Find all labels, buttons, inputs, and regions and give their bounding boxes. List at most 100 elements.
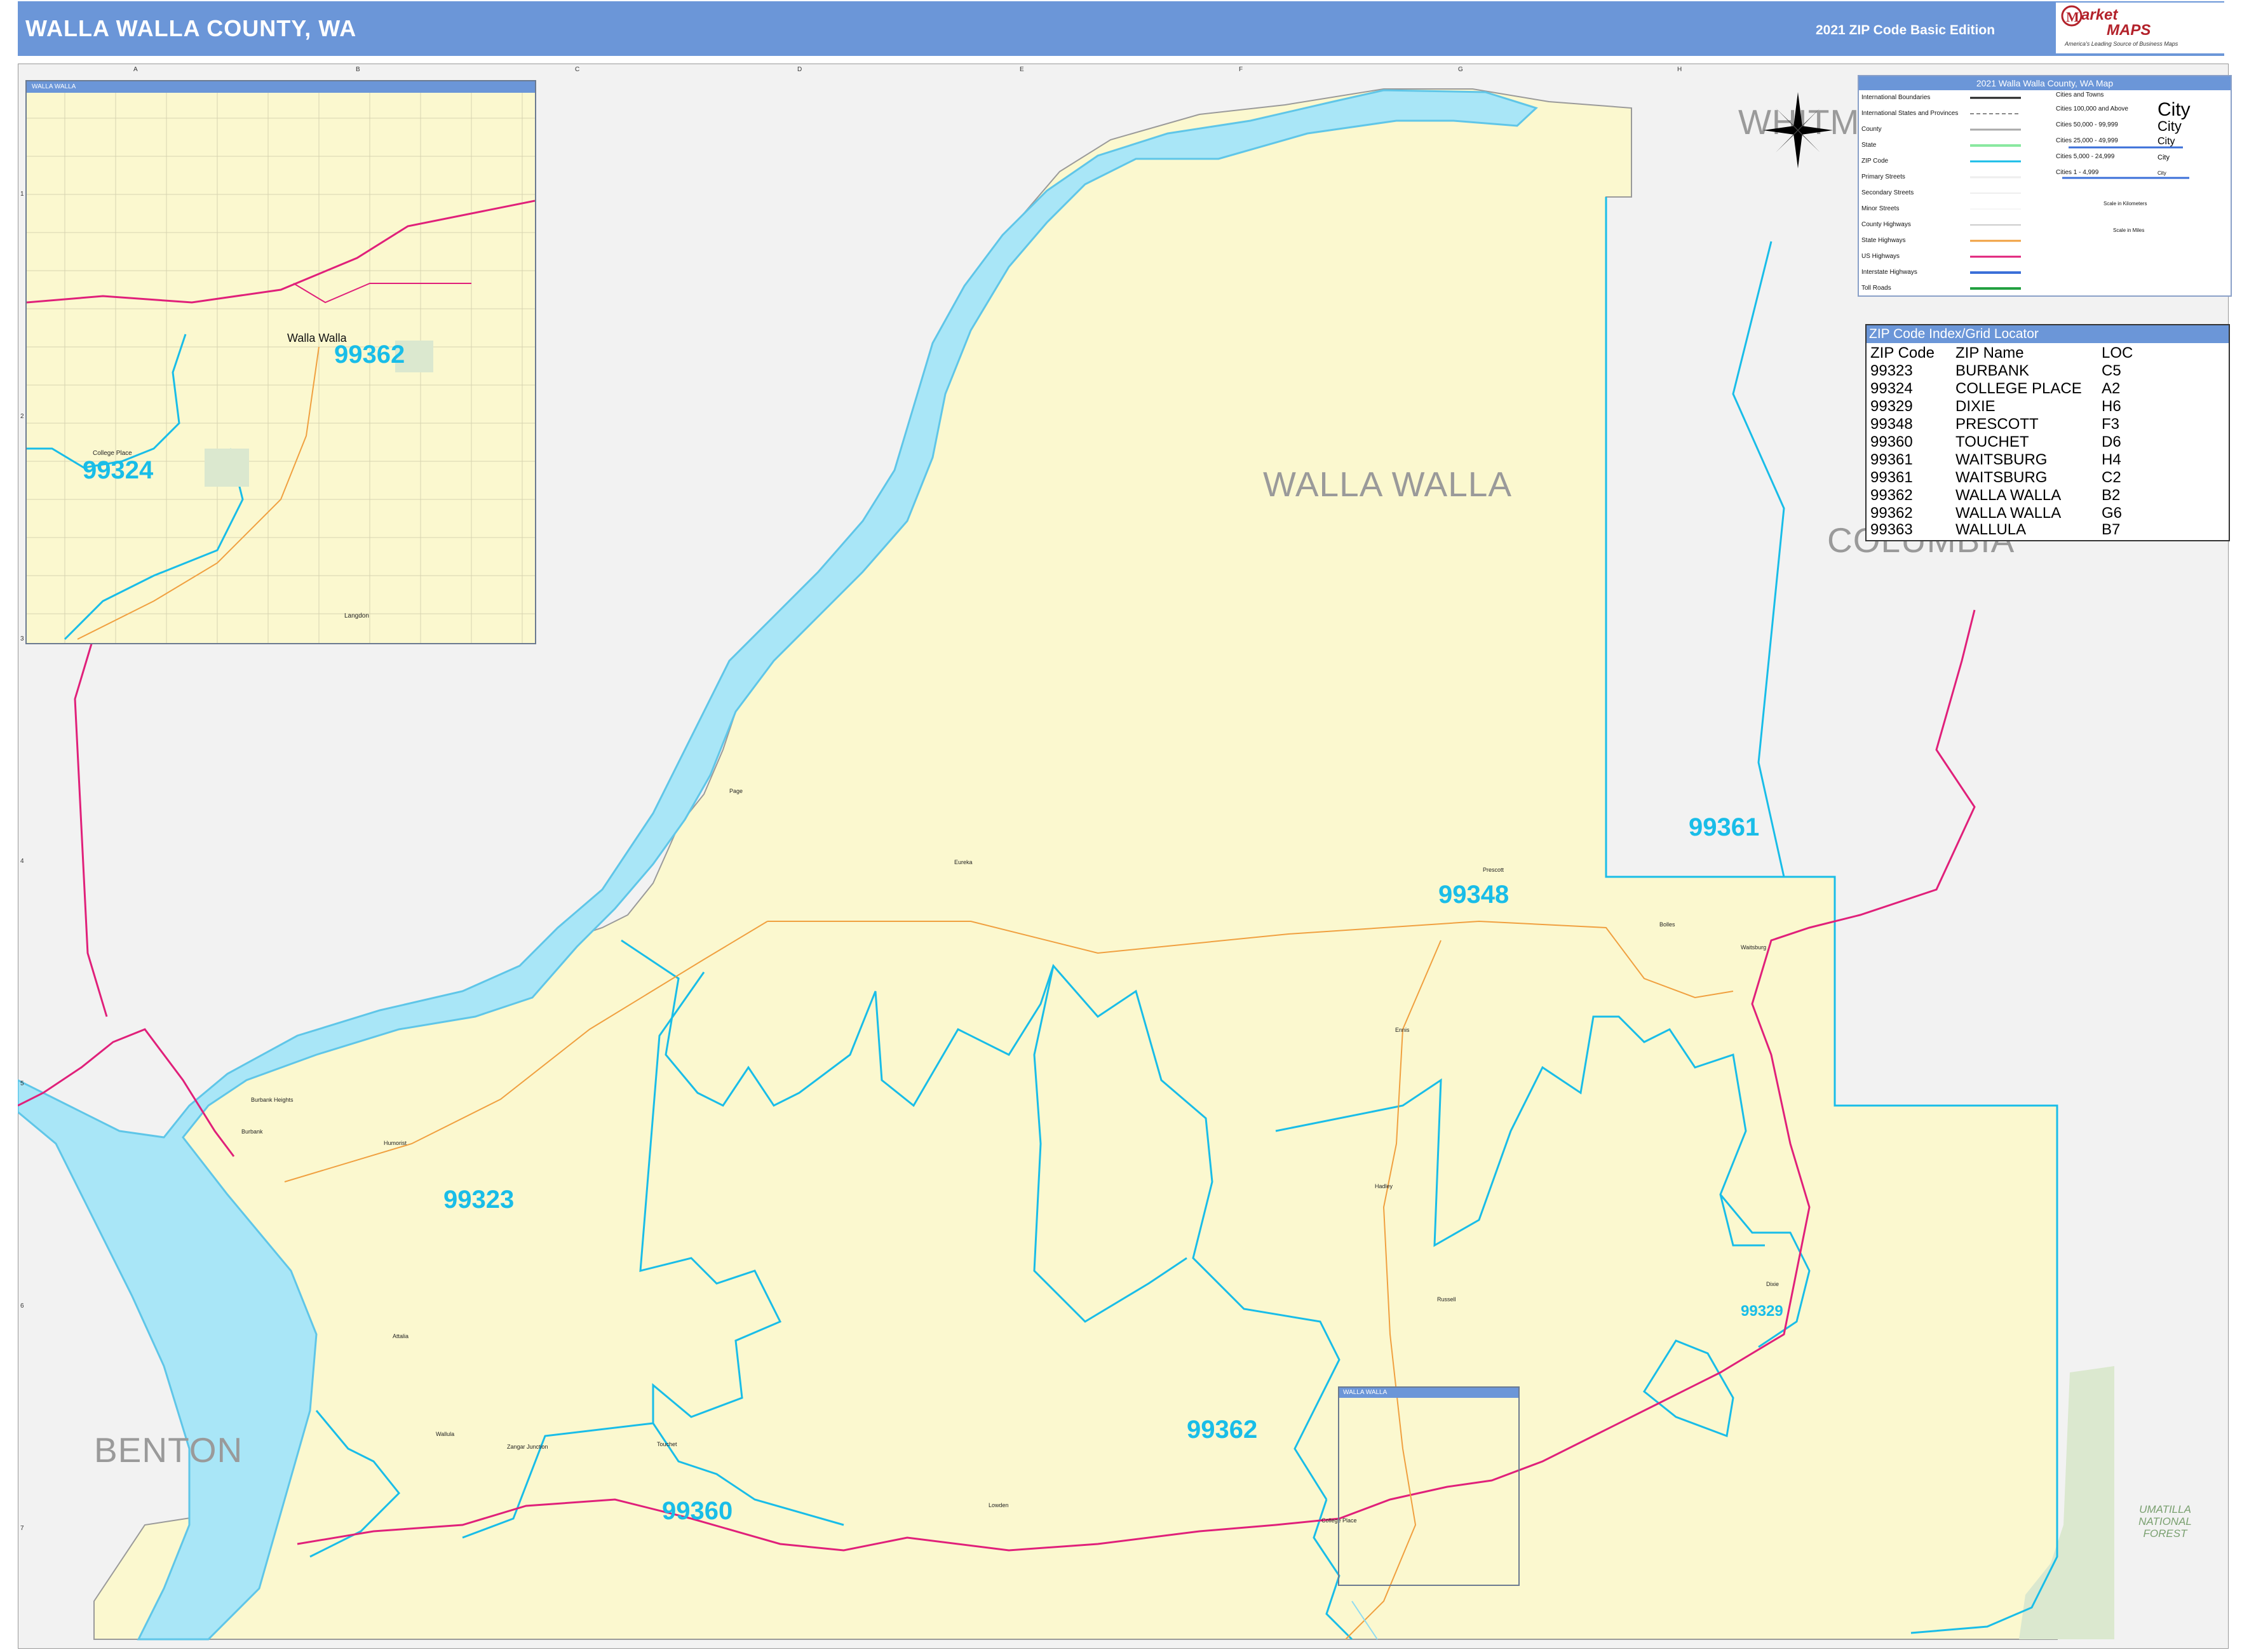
zip-index-row-7-loc: B2 bbox=[2102, 487, 2121, 504]
legend-cities-header: Cities and Towns bbox=[2056, 91, 2104, 98]
compass-rose-icon bbox=[1763, 92, 1833, 168]
county-label-benton: BENTON bbox=[94, 1430, 243, 1470]
zip-index-row-7-zip: 99362 bbox=[1870, 487, 1913, 504]
zip-index-row-6-loc: C2 bbox=[2102, 469, 2121, 486]
zip-index-row-8-loc: G6 bbox=[2102, 504, 2123, 522]
inset-langdon: Langdon bbox=[344, 613, 369, 620]
mini-inset-frame[interactable]: WALLA WALLA bbox=[1338, 1386, 1520, 1586]
grid-col-b: B bbox=[356, 66, 360, 73]
legend-item-2: County bbox=[1861, 126, 1882, 133]
legend-item-5: Primary Streets bbox=[1861, 173, 1905, 180]
legend-item-0: International Boundaries bbox=[1861, 94, 1931, 101]
legend-item-8: County Highways bbox=[1861, 221, 1911, 228]
place-wallula: Wallula bbox=[436, 1431, 455, 1437]
logo-maps-text: MAPS bbox=[2107, 22, 2151, 39]
zip-index-row-2-zip: 99329 bbox=[1870, 398, 1913, 415]
zip-index-row-7-name: WALLA WALLA bbox=[1955, 487, 2062, 504]
place-humorist: Humorist bbox=[384, 1140, 407, 1146]
legend-scale-mi: Scale in Miles bbox=[2113, 227, 2145, 233]
legend-city-sample-4: City bbox=[2158, 170, 2166, 176]
legend-item-1: International States and Provinces bbox=[1861, 110, 1959, 117]
market-maps-logo: M arket MAPS America's Leading Source of… bbox=[2056, 3, 2224, 53]
legend-city-sample-0: City bbox=[2158, 99, 2191, 120]
zip-index-row-8-name: WALLA WALLA bbox=[1955, 504, 2062, 522]
zip-index-row-6-zip: 99361 bbox=[1870, 469, 1913, 486]
zip-index-row-3-zip: 99348 bbox=[1870, 416, 1913, 433]
mini-inset-title: WALLA WALLA bbox=[1339, 1388, 1518, 1398]
grid-row-6: 6 bbox=[20, 1303, 24, 1310]
grid-col-c: C bbox=[575, 66, 580, 73]
legend-city-item-4: Cities 1 - 4,999 bbox=[2056, 169, 2099, 176]
grid-row-2: 2 bbox=[20, 413, 24, 420]
legend-item-12: Toll Roads bbox=[1861, 285, 1891, 292]
place-attalia: Attalia bbox=[393, 1333, 409, 1339]
zip-index-row-4-loc: D6 bbox=[2102, 433, 2121, 450]
grid-row-7: 7 bbox=[20, 1525, 24, 1532]
zip-index-row-0-name: BURBANK bbox=[1955, 362, 2030, 379]
zip-label-99362: 99362 bbox=[1187, 1416, 1258, 1444]
grid-col-g: G bbox=[1458, 66, 1463, 73]
place-ennis: Ennis bbox=[1395, 1027, 1410, 1033]
header-bar: WALLA WALLA COUNTY, WA 2021 ZIP Code Bas… bbox=[18, 1, 2224, 56]
zip-index-row-9-zip: 99363 bbox=[1870, 521, 1913, 538]
county-label-walla-walla: WALLA WALLA bbox=[1263, 464, 1513, 504]
inset-map-walla-walla[interactable]: WALLA WALLA Walla Walla 99362 99324 Coll… bbox=[25, 80, 536, 644]
legend-city-item-2: Cities 25,000 - 49,999 bbox=[2056, 137, 2118, 144]
legend-item-4: ZIP Code bbox=[1861, 158, 1889, 165]
logo-mark-icon: M bbox=[2061, 5, 2083, 27]
legend-city-sample-1: City bbox=[2158, 118, 2182, 134]
zip-index-row-2-name: DIXIE bbox=[1955, 398, 1996, 415]
grid-col-f: F bbox=[1239, 66, 1243, 73]
zip-label-99323: 99323 bbox=[443, 1186, 515, 1214]
legend-item-3: State bbox=[1861, 142, 1877, 149]
zip-index-row-5-name: WAITSBURG bbox=[1955, 451, 2048, 468]
zip-index-row-3-name: PRESCOTT bbox=[1955, 416, 2039, 433]
inset-zip-99324: 99324 bbox=[83, 456, 154, 484]
zip-label-99348: 99348 bbox=[1438, 881, 1509, 909]
place-russell: Russell bbox=[1437, 1296, 1456, 1303]
place-burbank-heights: Burbank Heights bbox=[251, 1097, 294, 1103]
zip-index-row-8-zip: 99362 bbox=[1870, 504, 1913, 522]
inset-map-graphic bbox=[27, 93, 535, 643]
zip-index-row-2-loc: H6 bbox=[2102, 398, 2121, 415]
zip-index-row-1-zip: 99324 bbox=[1870, 380, 1913, 397]
legend-item-7: Minor Streets bbox=[1861, 205, 1900, 212]
place-dixie: Dixie bbox=[1766, 1281, 1779, 1287]
zip-index-row-3-loc: F3 bbox=[2102, 416, 2120, 433]
zip-index-row-4-name: TOUCHET bbox=[1955, 433, 2029, 450]
grid-col-e: E bbox=[1020, 66, 1024, 73]
grid-row-5: 5 bbox=[20, 1080, 24, 1087]
zip-index-row-4-zip: 99360 bbox=[1870, 433, 1913, 450]
zip-index-row-5-loc: H4 bbox=[2102, 451, 2121, 468]
legend-item-10: US Highways bbox=[1861, 253, 1900, 260]
place-bolles: Bolles bbox=[1659, 921, 1675, 928]
zip-code-index: ZIP Code Index/Grid Locator ZIP Code ZIP… bbox=[1865, 324, 2230, 541]
legend-city-item-0: Cities 100,000 and Above bbox=[2056, 105, 2128, 112]
legend-item-6: Secondary Streets bbox=[1861, 189, 1914, 196]
zip-index-title: ZIP Code Index/Grid Locator bbox=[1867, 325, 2229, 343]
zip-index-header-name: ZIP Name bbox=[1955, 344, 2024, 362]
place-lowden: Lowden bbox=[989, 1502, 1009, 1508]
zip-index-row-9-name: WALLULA bbox=[1955, 521, 2027, 538]
zip-label-99360: 99360 bbox=[662, 1497, 733, 1525]
zip-label-99361: 99361 bbox=[1689, 813, 1760, 841]
grid-col-h: H bbox=[1677, 66, 1682, 73]
zip-index-row-5-zip: 99361 bbox=[1870, 451, 1913, 468]
grid-row-4: 4 bbox=[20, 858, 24, 865]
zip-index-header-zip: ZIP Code bbox=[1870, 344, 1935, 362]
legend-city-item-3: Cities 5,000 - 24,999 bbox=[2056, 153, 2115, 160]
place-hadley: Hadley bbox=[1375, 1183, 1393, 1189]
legend-item-11: Interstate Highways bbox=[1861, 269, 1917, 276]
place-burbank: Burbank bbox=[241, 1128, 263, 1135]
zip-index-row-9-loc: B7 bbox=[2102, 521, 2121, 538]
zip-index-header-loc: LOC bbox=[2102, 344, 2133, 362]
place-touchet: Touchet bbox=[657, 1441, 677, 1447]
legend-title: 2021 Walla Walla County, WA Map bbox=[1859, 76, 2231, 90]
place-zangar-junction: Zangar Junction bbox=[507, 1444, 548, 1450]
legend-city-sample-3: City bbox=[2158, 154, 2170, 161]
legend-city-sample-2: City bbox=[2158, 136, 2175, 147]
grid-row-3: 3 bbox=[20, 635, 24, 642]
logo-tagline: America's Leading Source of Business Map… bbox=[2065, 41, 2178, 47]
svg-text:M: M bbox=[2066, 9, 2079, 25]
zip-label-99329: 99329 bbox=[1741, 1303, 1783, 1320]
